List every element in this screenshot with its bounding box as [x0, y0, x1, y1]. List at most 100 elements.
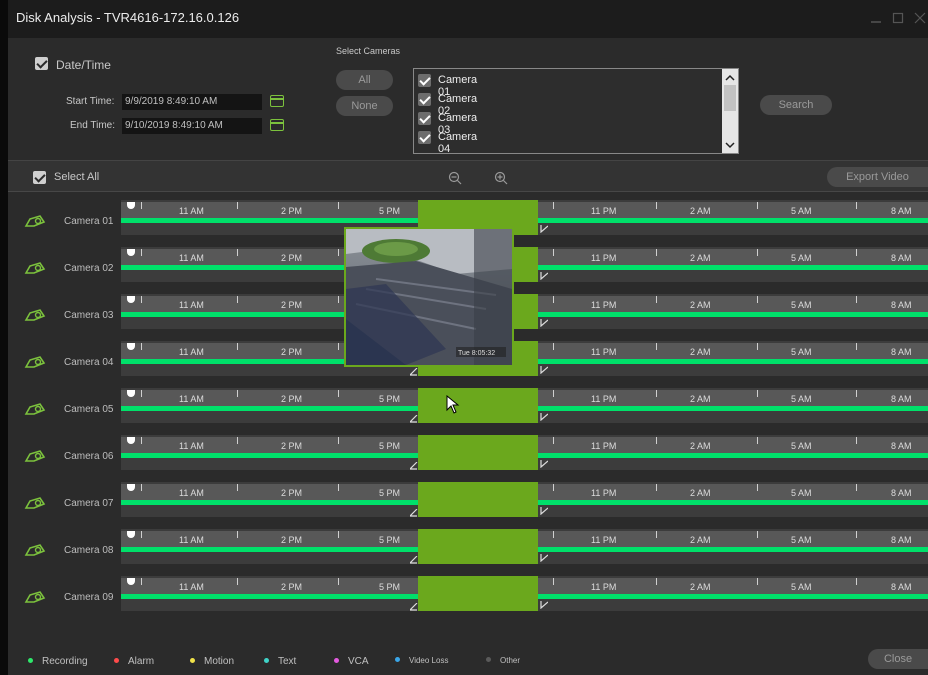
range-start-handle[interactable]: [410, 368, 418, 376]
hour-tick: [553, 437, 554, 444]
hour-tick: [856, 202, 857, 209]
range-end-handle[interactable]: [540, 225, 548, 233]
close-window-icon[interactable]: [914, 12, 926, 24]
hour-label: 11 PM: [591, 347, 617, 357]
range-start-handle[interactable]: [410, 556, 418, 564]
hour-label: 2 AM: [690, 488, 711, 498]
hour-tick: [656, 390, 657, 397]
hour-tick: [757, 202, 758, 209]
hour-label: 5 PM: [379, 394, 401, 404]
hour-tick: [757, 437, 758, 444]
range-end-handle[interactable]: [540, 272, 548, 280]
end-calendar-icon[interactable]: [270, 119, 284, 131]
video-preview-thumbnail[interactable]: Tue 8:05:32: [344, 227, 514, 367]
range-end-handle[interactable]: [540, 507, 548, 515]
datetime-label: Date/Time: [56, 58, 111, 72]
legend-item: Motion: [190, 656, 234, 667]
maximize-icon[interactable]: [892, 12, 904, 24]
scroll-up-icon[interactable]: [725, 74, 735, 82]
hour-tick: [757, 249, 758, 256]
hour-tick: [338, 296, 339, 303]
legend-label: VCA: [348, 656, 369, 667]
selected-time-range[interactable]: [418, 435, 538, 470]
range-end-handle[interactable]: [540, 366, 548, 374]
hour-label: 11 PM: [591, 535, 617, 545]
hour-label: 2 PM: [281, 253, 303, 263]
close-button[interactable]: Close: [868, 649, 928, 669]
hour-tick: [237, 578, 238, 585]
hour-label: 8 AM: [891, 394, 912, 404]
camera-name: Camera 05: [64, 404, 114, 415]
selected-time-range[interactable]: [418, 388, 538, 423]
hour-label: 11 AM: [179, 206, 204, 216]
hour-tick: [141, 296, 142, 303]
end-time-field[interactable]: 9/10/2019 8:49:10 AM: [122, 118, 262, 134]
hour-label: 11 PM: [591, 253, 617, 263]
range-end-handle[interactable]: [540, 460, 548, 468]
hour-label: 2 PM: [281, 488, 303, 498]
hour-label: 2 AM: [690, 535, 711, 545]
selected-time-range[interactable]: [418, 529, 538, 564]
scroll-thumb[interactable]: [724, 85, 736, 111]
hour-tick: [338, 249, 339, 256]
hour-label: 11 AM: [179, 535, 204, 545]
zoom-in-icon[interactable]: [494, 171, 508, 185]
search-button[interactable]: Search: [760, 95, 832, 115]
hour-tick: [141, 531, 142, 538]
range-end-handle[interactable]: [540, 554, 548, 562]
camera-icon: [24, 591, 46, 603]
selected-time-range[interactable]: [418, 576, 538, 611]
hour-tick: [856, 578, 857, 585]
range-end-handle[interactable]: [540, 601, 548, 609]
all-button[interactable]: All: [336, 70, 393, 90]
hour-label: 11 PM: [591, 206, 617, 216]
hour-label: 5 AM: [791, 394, 812, 404]
export-video-button[interactable]: Export Video: [827, 167, 928, 187]
hour-tick: [237, 249, 238, 256]
hour-tick: [338, 484, 339, 491]
range-end-handle[interactable]: [540, 319, 548, 327]
hour-tick: [141, 249, 142, 256]
legend-label: Other: [500, 656, 521, 665]
range-end-handle[interactable]: [540, 413, 548, 421]
hour-label: 5 AM: [791, 300, 812, 310]
selected-time-range[interactable]: [418, 482, 538, 517]
legend-label: Recording: [42, 656, 88, 667]
none-button[interactable]: None: [336, 96, 393, 116]
hour-label: 5 AM: [791, 253, 812, 263]
hour-label: 2 AM: [690, 206, 711, 216]
start-time-field[interactable]: 9/9/2019 8:49:10 AM: [122, 94, 262, 110]
camera-checkbox[interactable]: [418, 74, 431, 87]
camera-checkbox[interactable]: [418, 93, 431, 106]
camera-name: Camera 03: [64, 310, 114, 321]
hour-tick: [237, 437, 238, 444]
start-calendar-icon[interactable]: [270, 95, 284, 107]
range-start-handle[interactable]: [410, 509, 418, 517]
hour-tick: [338, 202, 339, 209]
hour-label: 11 PM: [591, 582, 617, 592]
hour-label: 11 PM: [591, 441, 617, 451]
camera-timeline-row: Camera 0811 AM2 PM5 PM8 PM11 PM2 AM5 AM8…: [8, 529, 928, 576]
hour-label: 11 AM: [179, 253, 204, 263]
camera-timeline-row: Camera 0511 AM2 PM5 PM8 PM11 PM2 AM5 AM8…: [8, 388, 928, 435]
hour-label: 8 AM: [891, 347, 912, 357]
hour-label: 11 PM: [591, 488, 617, 498]
hour-label: 2 AM: [690, 582, 711, 592]
scroll-down-icon[interactable]: [725, 141, 735, 149]
end-time-label: End Time:: [70, 120, 116, 131]
datetime-checkbox[interactable]: [35, 57, 48, 70]
hour-tick: [856, 484, 857, 491]
camera-list-scrollbar[interactable]: [722, 69, 738, 153]
select-all-checkbox[interactable]: [33, 171, 46, 184]
hour-tick: [338, 390, 339, 397]
camera-icon: [24, 215, 46, 227]
legend-item: Alarm: [114, 656, 154, 667]
range-start-handle[interactable]: [410, 415, 418, 423]
zoom-out-icon[interactable]: [448, 171, 462, 185]
legend-label: Video Loss: [409, 656, 449, 665]
camera-checkbox[interactable]: [418, 131, 431, 144]
range-start-handle[interactable]: [410, 462, 418, 470]
minimize-icon[interactable]: [870, 12, 882, 24]
camera-checkbox[interactable]: [418, 112, 431, 125]
range-start-handle[interactable]: [410, 603, 418, 611]
